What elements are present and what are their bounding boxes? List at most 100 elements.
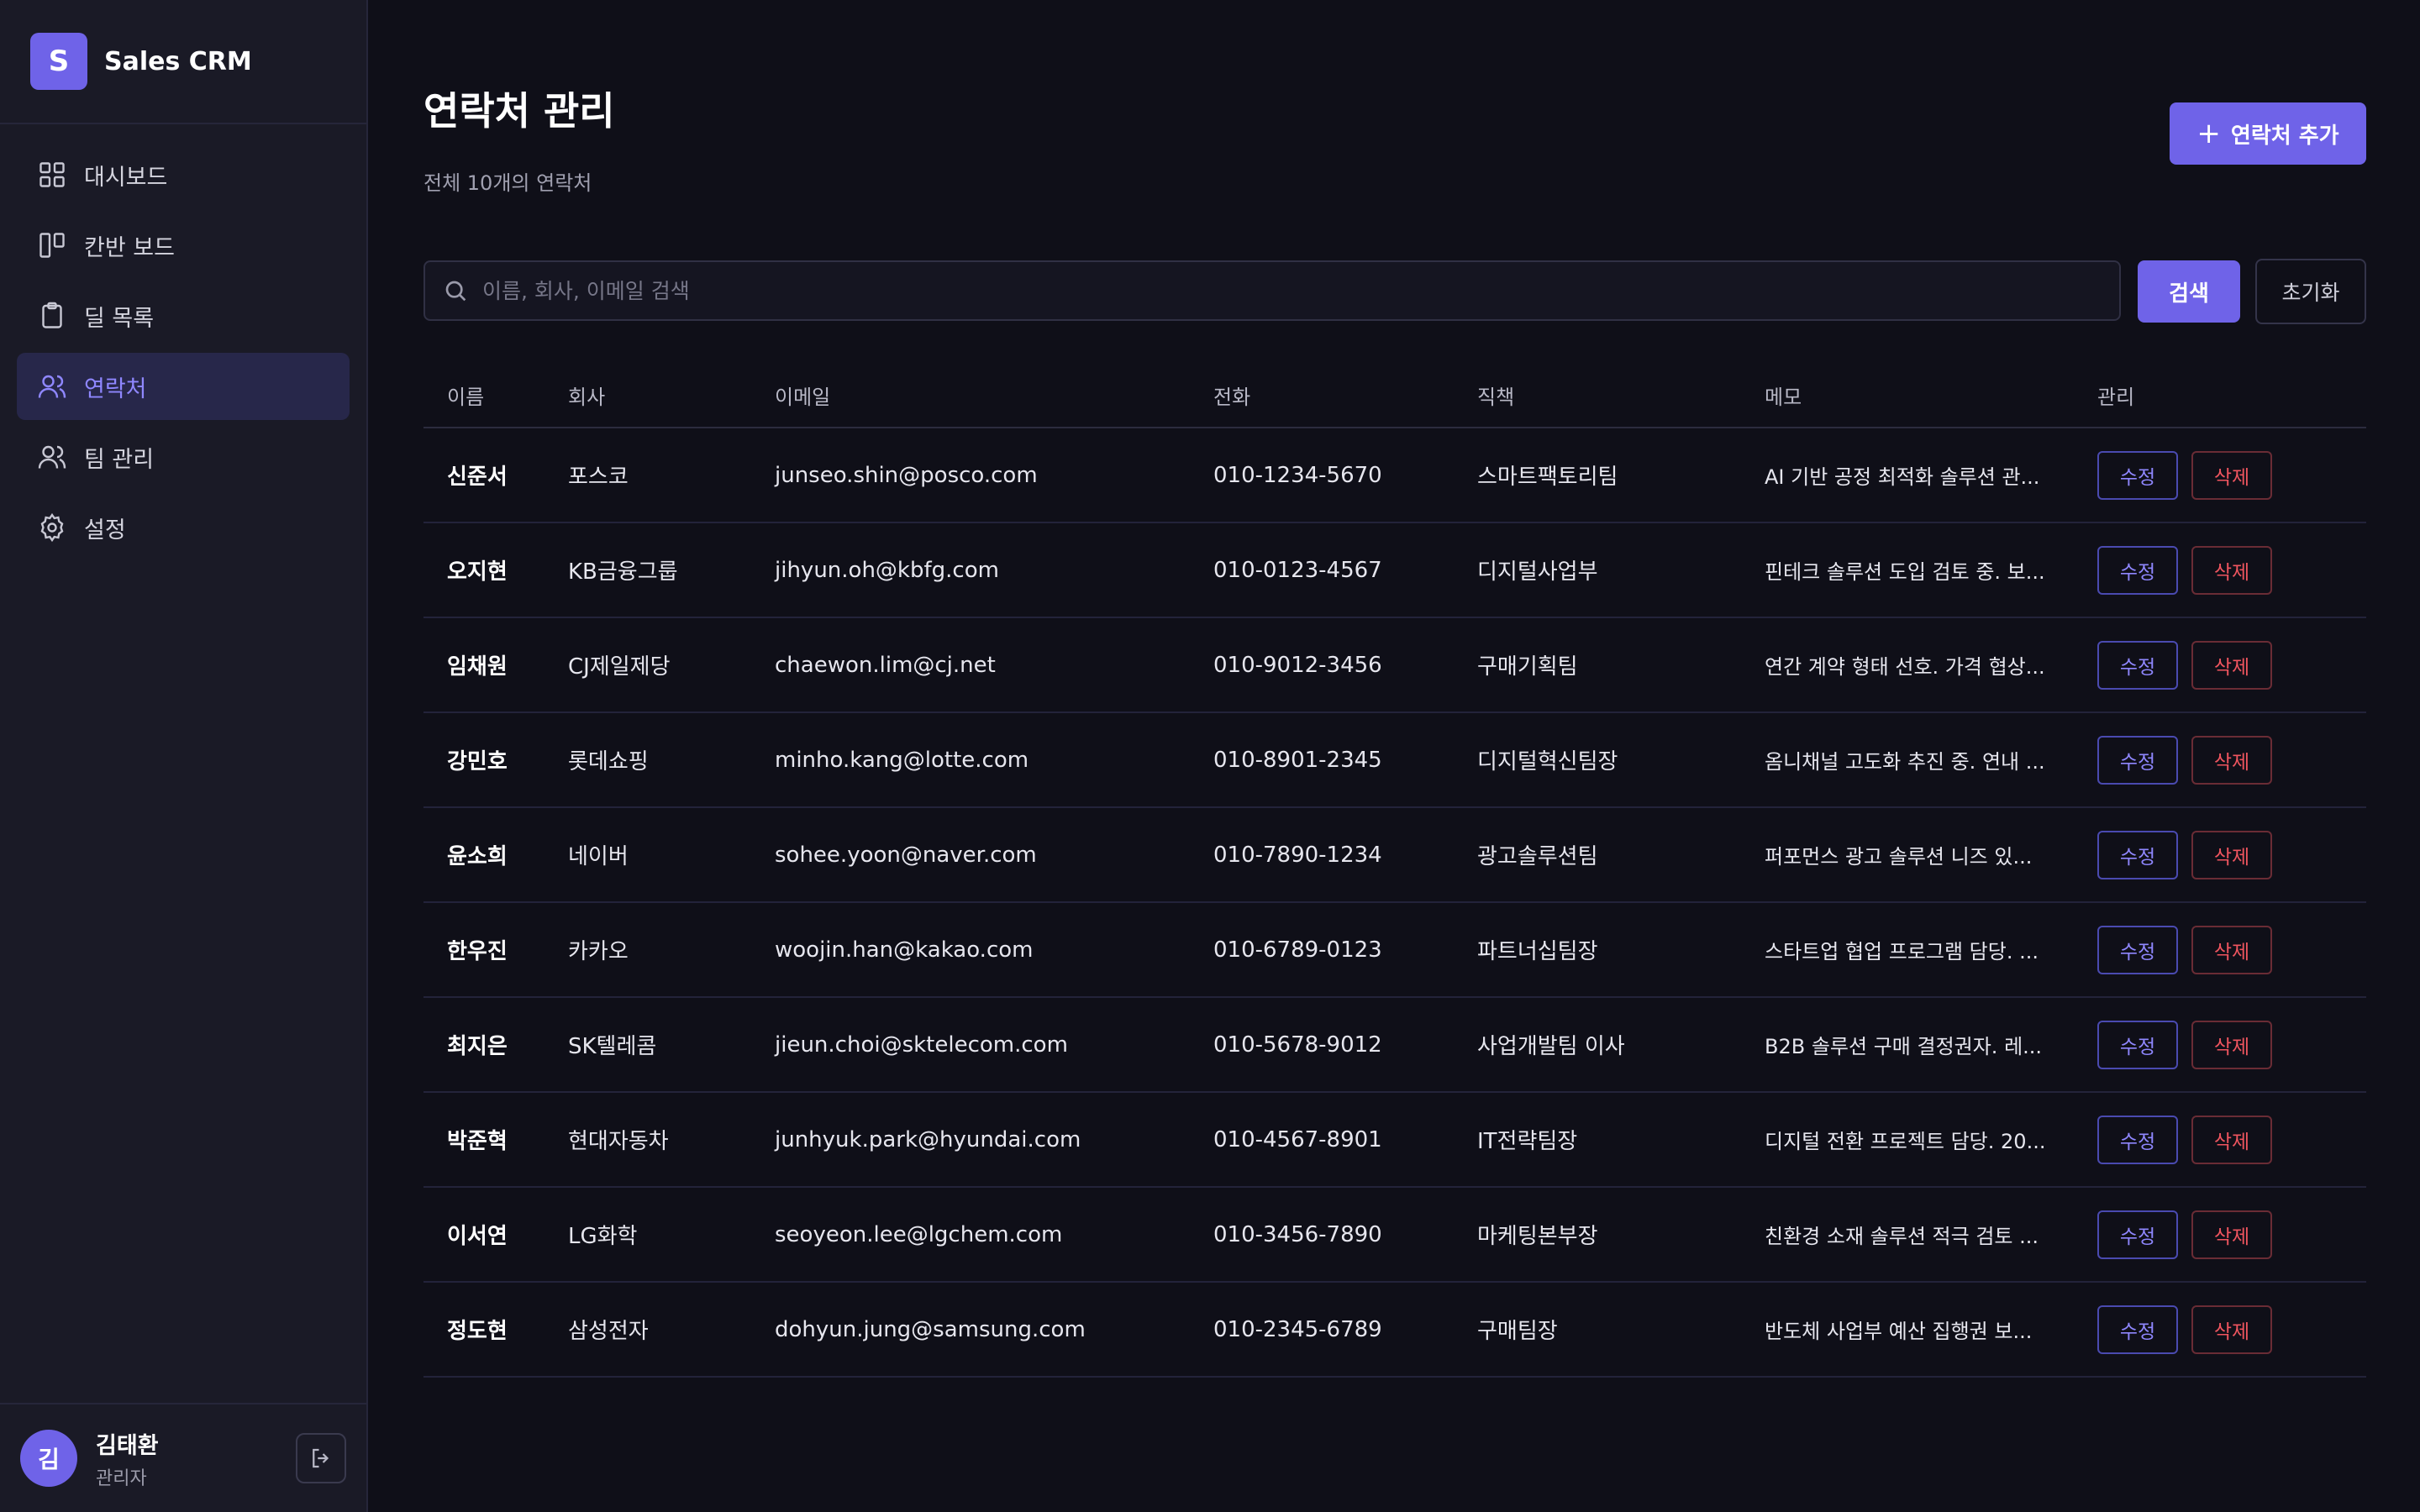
- contact-phone: 010-6789-0123: [1213, 937, 1382, 963]
- contact-memo: 퍼포먼스 광고 솔루션 니즈 있...: [1765, 845, 2033, 869]
- row-actions: 수정 삭제: [2097, 1305, 2366, 1354]
- brand-logo[interactable]: S: [30, 33, 87, 90]
- table-row: 오지현 KB금융그룹 jihyun.oh@kbfg.com 010-0123-4…: [424, 523, 2366, 618]
- row-actions: 수정 삭제: [2097, 1115, 2366, 1164]
- table-row: 한우진 카카오 woojin.han@kakao.com 010-6789-01…: [424, 903, 2366, 998]
- delete-button[interactable]: 삭제: [2191, 640, 2272, 690]
- delete-button[interactable]: 삭제: [2191, 1210, 2272, 1259]
- reset-button[interactable]: 초기화: [2255, 259, 2366, 324]
- edit-button[interactable]: 수정: [2097, 1210, 2178, 1259]
- contact-name: 정도현: [447, 1319, 508, 1344]
- sidebar-item-kanban[interactable]: 칸반 보드: [17, 212, 350, 279]
- sidebar-item-dashboard[interactable]: 대시보드: [17, 141, 350, 208]
- brand-name[interactable]: Sales CRM: [104, 47, 252, 76]
- sidebar-item-label: 딜 목록: [84, 305, 155, 332]
- contact-phone: 010-9012-3456: [1213, 652, 1382, 678]
- contact-memo: 옴니채널 고도화 추진 중. 연내 ...: [1765, 750, 2045, 774]
- contact-email: dohyun.jung@samsung.com: [775, 1316, 1086, 1342]
- contact-title: 구매팀장: [1477, 1319, 1558, 1344]
- row-actions: 수정 삭제: [2097, 545, 2366, 595]
- column-header-phone[interactable]: 전화: [1213, 381, 1477, 410]
- contact-phone: 010-0123-4567: [1213, 557, 1382, 583]
- delete-button[interactable]: 삭제: [2191, 1115, 2272, 1164]
- table-row: 최지은 SK텔레콤 jieun.choi@sktelecom.com 010-5…: [424, 998, 2366, 1093]
- delete-button[interactable]: 삭제: [2191, 925, 2272, 974]
- contact-name: 박준혁: [447, 1129, 508, 1154]
- table-row: 강민호 롯데쇼핑 minho.kang@lotte.com 010-8901-2…: [424, 713, 2366, 808]
- kanban-icon: [37, 230, 67, 260]
- page-title: 연락처 관리: [424, 88, 615, 134]
- contact-memo: B2B 솔루션 구매 결정권자. 레...: [1765, 1035, 2043, 1058]
- sidebar-item-team[interactable]: 팀 관리: [17, 423, 350, 491]
- sidebar-item-label: 팀 관리: [84, 446, 155, 473]
- sidebar-item-label: 설정: [84, 517, 126, 543]
- sidebar-item-deals[interactable]: 딜 목록: [17, 282, 350, 349]
- edit-button[interactable]: 수정: [2097, 830, 2178, 879]
- delete-button[interactable]: 삭제: [2191, 735, 2272, 785]
- delete-button[interactable]: 삭제: [2191, 1305, 2272, 1354]
- edit-button[interactable]: 수정: [2097, 545, 2178, 595]
- logout-button[interactable]: [296, 1433, 346, 1483]
- logout-icon: [313, 1448, 329, 1468]
- contact-phone: 010-2345-6789: [1213, 1316, 1382, 1342]
- contact-title: 파트너십팀장: [1477, 939, 1598, 964]
- column-header-company[interactable]: 회사: [568, 381, 775, 410]
- contact-title: 마케팅본부장: [1477, 1224, 1598, 1249]
- contact-company: 롯데쇼핑: [568, 749, 649, 774]
- edit-button[interactable]: 수정: [2097, 1115, 2178, 1164]
- add-contact-button[interactable]: + 연락처 추가: [2170, 102, 2366, 165]
- row-actions: 수정 삭제: [2097, 925, 2366, 974]
- column-header-name[interactable]: 이름: [424, 381, 568, 410]
- contact-name: 윤소희: [447, 844, 508, 869]
- row-actions: 수정 삭제: [2097, 735, 2366, 785]
- contact-title: 스마트팩토리팀: [1477, 465, 1618, 490]
- contacts-icon: [37, 371, 67, 402]
- edit-button[interactable]: 수정: [2097, 735, 2178, 785]
- search-button[interactable]: 검색: [2138, 260, 2240, 323]
- gear-icon: [37, 512, 67, 543]
- sidebar-item-label: 칸반 보드: [84, 234, 175, 261]
- sidebar-item-label: 대시보드: [84, 164, 168, 191]
- contact-title: 디지털사업부: [1477, 559, 1598, 585]
- contact-name: 임채원: [447, 654, 508, 680]
- edit-button[interactable]: 수정: [2097, 925, 2178, 974]
- contact-name: 신준서: [447, 465, 508, 490]
- contact-company: 카카오: [568, 939, 629, 964]
- sidebar-item-contacts[interactable]: 연락처: [17, 353, 350, 420]
- delete-button[interactable]: 삭제: [2191, 1020, 2272, 1069]
- row-actions: 수정 삭제: [2097, 1020, 2366, 1069]
- contact-title: 광고솔루션팀: [1477, 844, 1598, 869]
- sidebar-item-settings[interactable]: 설정: [17, 494, 350, 561]
- column-header-email[interactable]: 이메일: [775, 381, 1213, 410]
- edit-button[interactable]: 수정: [2097, 640, 2178, 690]
- table-row: 신준서 포스코 junseo.shin@posco.com 010-1234-5…: [424, 428, 2366, 523]
- contact-phone: 010-5678-9012: [1213, 1032, 1382, 1058]
- contact-memo: 반도체 사업부 예산 집행권 보...: [1765, 1320, 2033, 1343]
- edit-button[interactable]: 수정: [2097, 1020, 2178, 1069]
- delete-button[interactable]: 삭제: [2191, 450, 2272, 500]
- row-actions: 수정 삭제: [2097, 640, 2366, 690]
- table-row: 정도현 삼성전자 dohyun.jung@samsung.com 010-234…: [424, 1283, 2366, 1378]
- table-row: 이서연 LG화학 seoyeon.lee@lgchem.com 010-3456…: [424, 1188, 2366, 1283]
- delete-button[interactable]: 삭제: [2191, 545, 2272, 595]
- contact-name: 이서연: [447, 1224, 508, 1249]
- main-content: 연락처 관리 전체 10개의 연락처 + 연락처 추가 검색 초기화 이름 회사…: [424, 0, 2366, 1512]
- user-name: 김태환: [96, 1432, 159, 1459]
- table-header: 이름 회사 이메일 전화 직책 메모 관리: [424, 363, 2366, 428]
- edit-button[interactable]: 수정: [2097, 450, 2178, 500]
- contact-company: 포스코: [568, 465, 629, 490]
- avatar[interactable]: 김: [20, 1430, 77, 1487]
- column-header-memo[interactable]: 메모: [1765, 381, 2097, 410]
- search-box: [424, 260, 2121, 321]
- search-input[interactable]: [469, 262, 2119, 319]
- contact-email: woojin.han@kakao.com: [775, 937, 1034, 963]
- row-actions: 수정 삭제: [2097, 1210, 2366, 1259]
- clipboard-icon: [37, 301, 67, 331]
- delete-button[interactable]: 삭제: [2191, 830, 2272, 879]
- edit-button[interactable]: 수정: [2097, 1305, 2178, 1354]
- contact-memo: 핀테크 솔루션 도입 검토 중. 보...: [1765, 560, 2045, 584]
- contact-email: jieun.choi@sktelecom.com: [775, 1032, 1068, 1058]
- table-row: 윤소희 네이버 sohee.yoon@naver.com 010-7890-12…: [424, 808, 2366, 903]
- column-header-title[interactable]: 직책: [1477, 381, 1765, 410]
- contact-title: 구매기획팀: [1477, 654, 1578, 680]
